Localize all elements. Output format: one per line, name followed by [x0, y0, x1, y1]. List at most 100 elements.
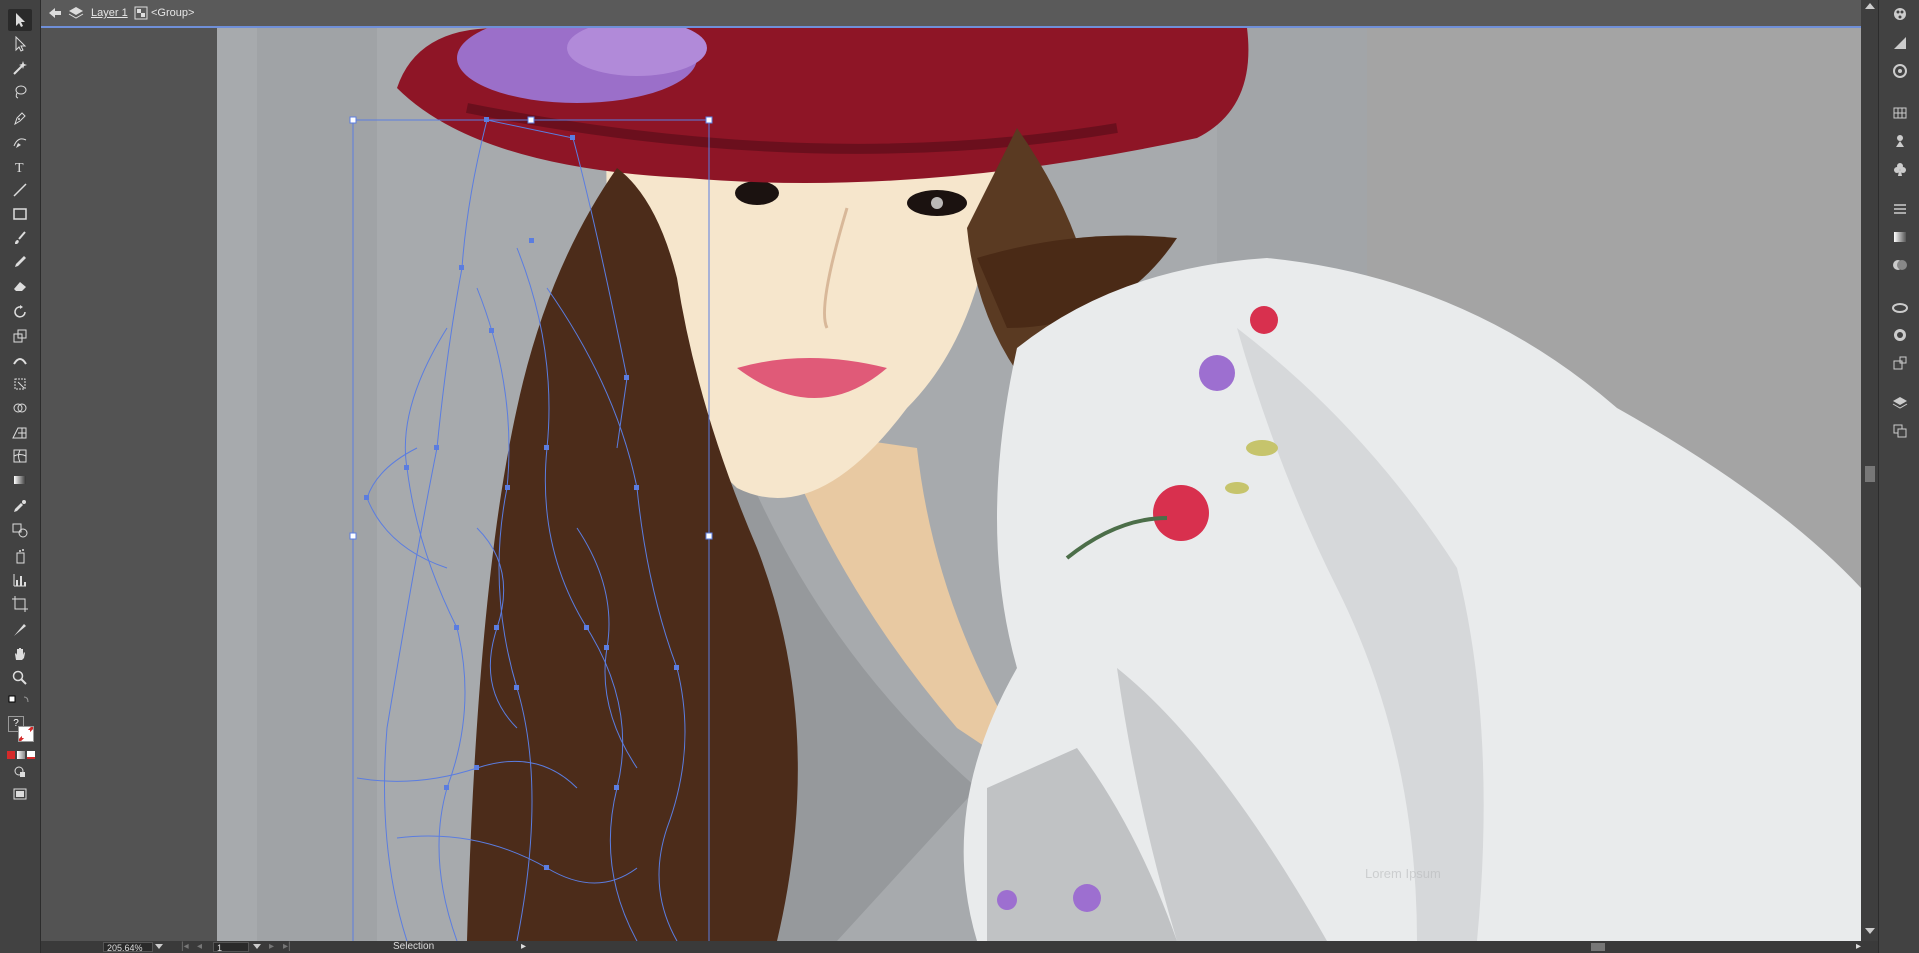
width-tool-icon	[13, 358, 27, 365]
selection-tool[interactable]	[8, 9, 32, 31]
swap-colors-icon	[8, 695, 29, 703]
pen-tool[interactable]	[8, 107, 32, 129]
curvature-tool[interactable]	[8, 131, 32, 153]
scroll-down-arrow-icon[interactable]	[1865, 928, 1875, 934]
curvature-tool-icon	[13, 138, 27, 148]
color-mode-buttons	[6, 750, 36, 760]
scale-tool[interactable]	[8, 325, 32, 347]
breadcrumb-group[interactable]: <Group>	[151, 7, 194, 19]
free-transform-tool[interactable]	[8, 373, 32, 395]
artboards-icon	[1893, 424, 1907, 438]
artboard-number-field[interactable]: 1	[213, 942, 249, 953]
breadcrumb-layer[interactable]: Layer 1	[91, 7, 128, 19]
draw-mode-button[interactable]	[8, 764, 32, 780]
pencil-tool[interactable]	[8, 251, 32, 273]
first-artboard-icon[interactable]: |◂	[181, 941, 189, 953]
default-colors-button[interactable]	[8, 694, 32, 706]
shape-builder-tool[interactable]	[8, 397, 32, 419]
scroll-up-arrow-icon[interactable]	[1865, 3, 1875, 9]
none-button[interactable]	[27, 751, 35, 759]
column-graph-tool-icon	[13, 574, 26, 587]
lasso-tool[interactable]	[8, 81, 32, 103]
lasso-tool-icon	[15, 85, 27, 99]
graphic-styles-button[interactable]	[1890, 325, 1910, 345]
gradient-tool[interactable]	[8, 469, 32, 491]
previous-artboard-icon[interactable]: ◂	[197, 941, 202, 953]
hand-tool-icon	[15, 648, 25, 660]
layers-breadcrumb-button[interactable]	[68, 5, 84, 24]
zoom-tool-icon	[12, 670, 27, 685]
artboards-panel-button[interactable]	[1890, 421, 1910, 441]
type-tool[interactable]: T	[8, 155, 32, 177]
vertical-scrollbar[interactable]	[1861, 0, 1878, 941]
back-arrow-button[interactable]	[47, 6, 63, 23]
rotate-tool[interactable]	[8, 301, 32, 323]
rotate-tool-icon	[14, 305, 26, 318]
vertical-scroll-thumb[interactable]	[1865, 466, 1875, 482]
stroke-swatch[interactable]	[18, 726, 34, 742]
hand-tool[interactable]	[8, 643, 32, 665]
eraser-tool[interactable]	[8, 275, 32, 297]
magic-wand-tool-icon	[13, 61, 27, 75]
stroke-button[interactable]	[1890, 199, 1910, 219]
swatches-button[interactable]	[1890, 103, 1910, 123]
layers-icon	[1892, 397, 1908, 409]
column-graph-tool[interactable]	[8, 569, 32, 591]
artwork-illustration	[217, 28, 1861, 941]
line-segment-tool[interactable]	[8, 179, 32, 201]
line-segment-tool-icon	[13, 183, 27, 197]
status-tool-name: Selection	[393, 941, 435, 952]
libraries-button[interactable]	[1890, 297, 1910, 317]
rectangle-tool[interactable]	[8, 203, 32, 225]
zoom-dropdown-icon[interactable]	[155, 944, 163, 949]
symbols-button[interactable]	[1890, 131, 1910, 151]
appearance-button[interactable]	[1890, 61, 1910, 81]
draw-normal-icon	[14, 766, 25, 777]
horizontal-scroll-thumb[interactable]	[1591, 943, 1605, 951]
last-artboard-icon[interactable]: ▸|	[283, 941, 291, 953]
symbol-sprayer-tool[interactable]	[8, 545, 32, 567]
eyedropper-tool[interactable]	[8, 495, 32, 517]
type-tool-icon: T	[15, 161, 24, 174]
stroke-icon	[1894, 204, 1906, 214]
mesh-tool[interactable]	[8, 445, 32, 467]
paintbrush-tool-icon	[15, 231, 26, 244]
brushes-icon	[1894, 37, 1906, 49]
artboard-tool[interactable]	[8, 593, 32, 615]
color-guide-button[interactable]	[1890, 4, 1910, 24]
scroll-right-arrow-icon[interactable]: ▸	[1856, 941, 1861, 953]
gradient-icon	[1894, 232, 1906, 242]
brushes-button[interactable]	[1890, 33, 1910, 53]
zoom-tool[interactable]	[8, 667, 32, 689]
status-menu-icon[interactable]: ▸	[521, 941, 526, 953]
slice-tool[interactable]	[8, 619, 32, 641]
paintbrush-tool[interactable]	[8, 227, 32, 249]
gradient-button[interactable]	[17, 751, 25, 759]
perspective-grid-tool[interactable]	[8, 421, 32, 443]
club-symbol-button[interactable]	[1890, 159, 1910, 179]
group-breadcrumb-button[interactable]	[134, 6, 148, 23]
group-icon	[134, 6, 148, 20]
transparency-button[interactable]	[1890, 255, 1910, 275]
gradient-panel-button[interactable]	[1890, 227, 1910, 247]
blend-tool-icon	[12, 523, 28, 538]
direct-selection-tool[interactable]	[8, 33, 32, 55]
transform-button[interactable]	[1890, 353, 1910, 373]
color-guide-icon	[1894, 8, 1906, 20]
fill-stroke-indicator[interactable]: ?	[6, 714, 36, 744]
artboard-dropdown-icon[interactable]	[253, 944, 261, 949]
width-tool[interactable]	[8, 349, 32, 371]
swatches-icon	[1893, 107, 1907, 119]
screen-mode-button[interactable]	[8, 786, 32, 802]
magic-wand-tool[interactable]	[8, 57, 32, 79]
zoom-field[interactable]: 205.64%	[103, 942, 153, 953]
blend-tool[interactable]	[8, 519, 32, 541]
status-bar: 205.64% |◂ ◂ 1 ▸ ▸| Selection ▸ ▸	[41, 941, 1878, 953]
pen-tool-icon	[14, 112, 26, 126]
color-button[interactable]	[7, 751, 15, 759]
free-transform-tool-icon	[14, 378, 26, 390]
layers-panel-button[interactable]	[1890, 393, 1910, 413]
eraser-tool-icon	[14, 282, 26, 291]
next-artboard-icon[interactable]: ▸	[269, 941, 274, 953]
document-canvas[interactable]: Lorem Ipsum	[41, 28, 1861, 941]
